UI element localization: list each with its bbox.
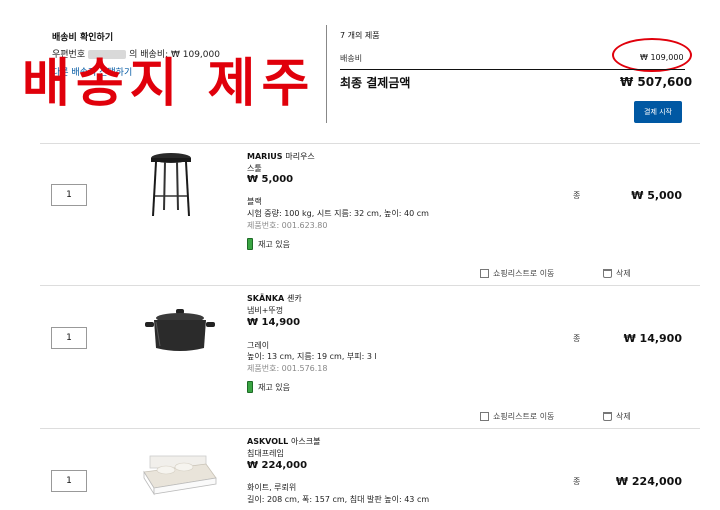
delete-label: 삭제: [616, 269, 631, 278]
move-label: 쇼핑리스트로 이동: [493, 412, 555, 421]
product-image-bed: [143, 455, 217, 496]
product-name-kr: 셴카: [287, 294, 302, 303]
row-price: ₩ 5,000: [631, 189, 682, 202]
trash-icon: [603, 269, 612, 278]
quantity-input[interactable]: 1: [51, 184, 87, 206]
product-name-kr: 아스크볼: [291, 437, 321, 446]
product-dimensions: 시험 중량: 100 kg, 시트 지름: 32 cm, 높이: 40 cm: [247, 209, 429, 218]
row-price: ₩ 224,000: [615, 475, 682, 488]
overlay-annotation: 배송지 제주: [22, 53, 316, 114]
row-divider: [40, 143, 700, 144]
header-divider: [326, 25, 327, 123]
stock-label: 재고 있음: [258, 239, 290, 249]
row-divider: [40, 285, 700, 286]
list-icon: [480, 412, 489, 421]
quantity-input[interactable]: 1: [51, 470, 87, 492]
quantity-input[interactable]: 1: [51, 327, 87, 349]
row-price: ₩ 14,900: [623, 332, 682, 345]
item-count: 7 개의 제품: [340, 31, 380, 40]
product-number: 제품번호: 001.623.80: [247, 221, 328, 230]
list-icon: [480, 269, 489, 278]
total-label: 최종 결제금액: [340, 76, 411, 90]
move-to-list-button[interactable]: 쇼핑리스트로 이동: [480, 268, 554, 279]
delete-button[interactable]: 삭제: [603, 411, 631, 422]
product-image-pot: [145, 309, 215, 351]
product-price: ₩ 14,900: [247, 317, 301, 328]
product-name-kr: 마리우스: [285, 152, 315, 161]
product-price: ₩ 5,000: [247, 174, 294, 185]
product-color: 블랙: [247, 197, 262, 206]
product-number: 제품번호: 001.576.18: [247, 364, 328, 373]
stock-status: 재고 있음: [247, 381, 290, 393]
stock-label: 재고 있음: [258, 382, 290, 392]
product-type: 침대프레임: [247, 449, 284, 458]
move-label: 쇼핑리스트로 이동: [493, 269, 555, 278]
product-name-en: ASKVOLL: [247, 437, 289, 446]
checkout-button[interactable]: 결제 시작: [634, 101, 682, 123]
product-name[interactable]: SKÄNKA 셴카: [247, 293, 302, 304]
red-circle-annotation: [612, 38, 692, 72]
product-type: 스툴: [247, 164, 262, 173]
product-image-stool: [151, 153, 191, 217]
product-dimensions: 높이: 13 cm, 지름: 19 cm, 부피: 3 l: [247, 352, 377, 361]
move-to-list-button[interactable]: 쇼핑리스트로 이동: [480, 411, 554, 422]
stock-icon: [247, 381, 253, 393]
summary-divider: [340, 69, 685, 70]
delete-button[interactable]: 삭제: [603, 268, 631, 279]
product-color: 화이트, 루뢰위: [247, 483, 297, 492]
product-name-en: SKÄNKA: [247, 294, 285, 303]
total-value: ₩ 507,600: [620, 75, 693, 89]
product-name-en: MARIUS: [247, 152, 283, 161]
product-type: 냄비+뚜껑: [247, 306, 284, 315]
stock-icon: [247, 238, 253, 250]
product-color: 그레이: [247, 341, 270, 350]
product-name[interactable]: ASKVOLL 아스크볼: [247, 436, 320, 447]
stock-status: 재고 있음: [247, 238, 290, 250]
product-name[interactable]: MARIUS 마리우스: [247, 151, 315, 162]
trash-icon: [603, 412, 612, 421]
row-divider: [40, 428, 700, 429]
shipping-fee-label: 배송비: [340, 54, 363, 63]
product-price: ₩ 224,000: [247, 460, 308, 471]
shipping-title: 배송비 확인하기: [52, 33, 114, 43]
product-dimensions: 길이: 208 cm, 폭: 157 cm, 침대 발판 높이: 43 cm: [247, 495, 430, 504]
delete-label: 삭제: [616, 412, 631, 421]
